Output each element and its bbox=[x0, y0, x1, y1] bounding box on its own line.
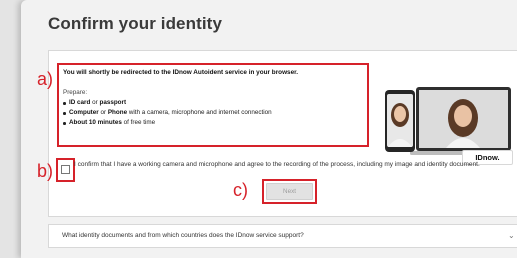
consent-checkbox[interactable] bbox=[61, 165, 70, 174]
faq-question[interactable]: What identity documents and from which c… bbox=[62, 232, 304, 239]
prepare-label: Prepare: bbox=[63, 89, 88, 96]
prepare-item-bold: Computer bbox=[69, 109, 99, 116]
prepare-item-time: About 10 minutes of free time bbox=[63, 118, 272, 128]
prepare-list: ID card or passport Computer or Phone wi… bbox=[63, 98, 272, 128]
annotation-label-a: a) bbox=[37, 69, 54, 89]
annotation-label-b: b) bbox=[37, 161, 54, 181]
prepare-item-text: of free time bbox=[121, 119, 156, 126]
phone-image bbox=[385, 90, 415, 152]
prepare-item-text: or bbox=[98, 109, 108, 116]
prepare-item-bold: passport bbox=[99, 99, 127, 106]
annotation-label-c: c) bbox=[233, 180, 248, 200]
prepare-item-device: Computer or Phone with a camera, microph… bbox=[63, 108, 272, 118]
next-button[interactable]: Next bbox=[266, 183, 313, 200]
consent-text: I confirm that I have a working camera a… bbox=[74, 161, 480, 168]
page-title: Confirm your identity bbox=[48, 14, 222, 33]
prepare-item-text: with a camera, microphone and internet c… bbox=[127, 109, 272, 116]
prepare-item-bold: About 10 minutes bbox=[69, 119, 122, 126]
laptop-image bbox=[410, 87, 513, 155]
prepare-item-bold: ID card bbox=[69, 99, 91, 106]
prepare-item-bold: Phone bbox=[107, 109, 128, 116]
prepare-item-id: ID card or passport bbox=[63, 98, 272, 108]
redirect-notice: You will shortly be redirected to the ID… bbox=[63, 69, 299, 76]
chevron-down-icon[interactable]: ⌄ bbox=[508, 231, 515, 240]
